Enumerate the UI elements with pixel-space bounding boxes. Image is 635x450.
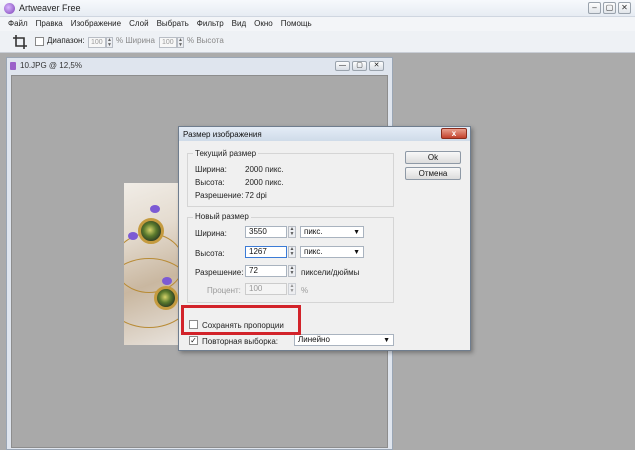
dialog-title: Размер изображения — [183, 130, 262, 139]
current-resolution-value: 72 dpi — [245, 191, 267, 200]
menu-edit[interactable]: Правка — [32, 17, 67, 31]
new-width-unit-select[interactable]: пикс. ▼ — [300, 226, 364, 238]
new-resolution-label: Разрешение: — [195, 268, 244, 277]
resample-method-value: Линейно — [298, 335, 330, 344]
width-percent-label: % Ширина — [116, 36, 155, 45]
new-height-unit-value: пикс. — [304, 247, 323, 256]
new-height-spinner[interactable]: ▲ ▼ — [288, 246, 296, 258]
range-spinner[interactable]: ▲ ▼ — [106, 37, 113, 48]
menu-bar: Файл Правка Изображение Слой Выбрать Фил… — [0, 17, 635, 31]
app-logo-icon — [4, 3, 15, 14]
resample-label: Повторная выборка: — [202, 337, 278, 346]
percent-input[interactable]: 100 — [245, 283, 287, 295]
doc-maximize-button[interactable]: ▢ — [352, 61, 367, 71]
close-button[interactable]: ✕ — [618, 2, 631, 14]
new-size-title: Новый размер — [193, 212, 251, 221]
current-width-label: Ширина: — [195, 165, 227, 174]
new-height-unit-select[interactable]: пикс. ▼ — [300, 246, 364, 258]
tool-options-bar: Диапазон: 100 ▲ ▼ % Ширина 100 ▲ ▼ % Высот… — [0, 31, 635, 53]
current-height-label: Высота: — [195, 178, 225, 187]
app-title: Artweaver Free — [19, 3, 81, 13]
menu-filter[interactable]: Фильтр — [193, 17, 228, 31]
current-height-value: 2000 пикс. — [245, 178, 284, 187]
percent-unit: % — [301, 286, 309, 295]
height-percent-label: % Высота — [187, 36, 224, 45]
menu-file[interactable]: Файл — [4, 17, 32, 31]
ok-button[interactable]: Ok — [405, 151, 461, 164]
range-label: Диапазон: — [47, 36, 85, 45]
document-title: 10.JPG @ 12,5% — [20, 61, 82, 70]
new-width-spinner[interactable]: ▲ ▼ — [288, 226, 296, 238]
dialog-title-bar: Размер изображения x — [179, 127, 470, 141]
width-value-field[interactable]: 100 — [159, 37, 177, 48]
new-width-unit-value: пикс. — [304, 227, 323, 236]
new-height-label: Высота: — [195, 249, 225, 258]
width-spinner[interactable]: ▲ ▼ — [177, 37, 184, 48]
doc-minimize-button[interactable]: — — [335, 61, 350, 71]
dropdown-arrow-icon: ▼ — [353, 249, 360, 256]
current-resolution-label: Разрешение: — [195, 191, 244, 200]
dialog-close-button[interactable]: x — [441, 128, 467, 139]
cancel-button[interactable]: Отмена — [405, 167, 461, 180]
doc-close-button[interactable]: ✕ — [369, 61, 384, 71]
percent-spinner[interactable]: ▲ ▼ — [288, 283, 296, 295]
resample-checkbox[interactable]: ✓ — [189, 336, 198, 345]
menu-help[interactable]: Помощь — [277, 17, 316, 31]
resample-method-select[interactable]: Линейно ▼ — [294, 334, 394, 346]
menu-layer[interactable]: Слой — [125, 17, 152, 31]
menu-image[interactable]: Изображение — [67, 17, 125, 31]
current-width-value: 2000 пикс. — [245, 165, 284, 174]
dropdown-arrow-icon: ▼ — [353, 229, 360, 236]
menu-window[interactable]: Окно — [250, 17, 277, 31]
range-value-field[interactable]: 100 — [88, 37, 106, 48]
new-width-label: Ширина: — [195, 229, 227, 238]
menu-view[interactable]: Вид — [228, 17, 250, 31]
minimize-button[interactable]: – — [588, 2, 601, 14]
range-checkbox[interactable] — [35, 37, 44, 46]
dropdown-arrow-icon: ▼ — [383, 337, 390, 344]
new-resolution-spinner[interactable]: ▲ ▼ — [288, 265, 296, 277]
new-width-input[interactable]: 3550 — [245, 226, 287, 238]
menu-select[interactable]: Выбрать — [153, 17, 193, 31]
title-bar: Artweaver Free – ▢ ✕ — [0, 0, 635, 17]
new-height-input[interactable]: 1267 — [245, 246, 287, 258]
new-resolution-input[interactable]: 72 — [245, 265, 287, 277]
maximize-button[interactable]: ▢ — [603, 2, 616, 14]
crop-icon[interactable] — [13, 35, 27, 49]
document-icon — [10, 62, 16, 70]
new-resolution-unit: пиксели/дюймы — [301, 268, 360, 277]
current-size-title: Текущий размер — [193, 149, 259, 158]
annotation-highlight-box — [181, 305, 301, 335]
percent-label: Процент: — [207, 286, 241, 295]
